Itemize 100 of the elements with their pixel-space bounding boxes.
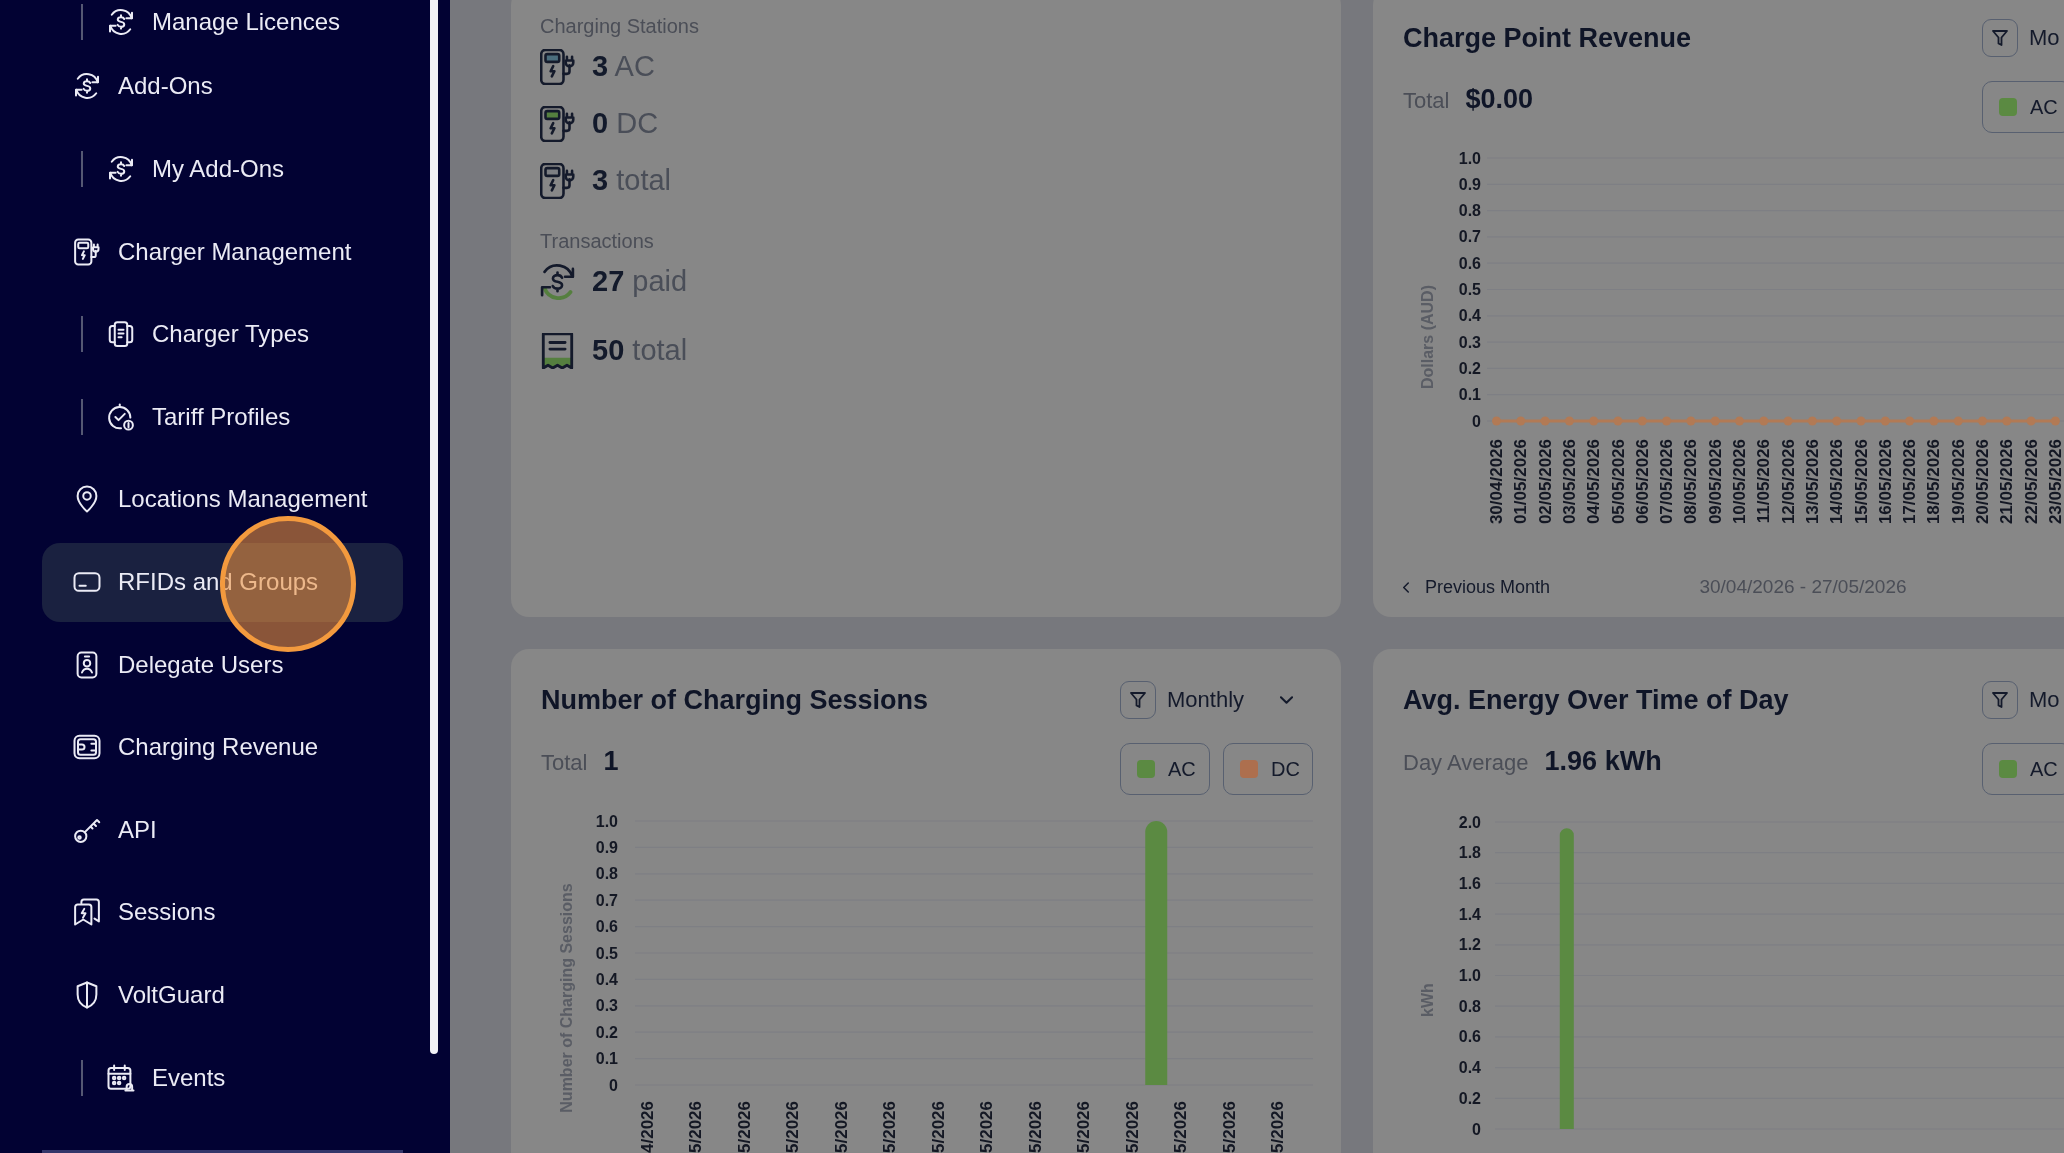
receipt-icon (540, 332, 575, 369)
sidebar-item[interactable]: Locations Management (42, 459, 403, 539)
date-range: 30/04/2026 - 27/05/2026 (1698, 576, 1907, 598)
bookmarks-bolt-icon (72, 897, 102, 928)
axis-tick-label: 0.2 (1458, 359, 1481, 377)
axis-tick-label: 06/05/2026 (1632, 439, 1652, 525)
axis-tick-label: 5/2026 (1219, 1101, 1239, 1153)
sidebar-item[interactable]: Manage Licences (96, 0, 403, 44)
axis-tick-label: 11/05/2026 (1754, 439, 1774, 524)
axis-tick-label: 4/2026 (637, 1101, 657, 1153)
axis-tick-label: 17/05/2026 (1900, 439, 1920, 525)
axis-tick-label: 0.9 (1458, 175, 1481, 193)
axis-tick-label: 1.0 (1458, 149, 1481, 167)
axis-tick-label: 23/05/2026 (2045, 439, 2064, 525)
axis-tick-label: 0.5 (595, 944, 618, 962)
filter-icon (1992, 30, 2008, 46)
axis-tick-label: 5/2026 (1268, 1101, 1287, 1153)
axis-tick-label: 12/05/2026 (1778, 439, 1798, 525)
axis-tick-label: 1.6 (1458, 874, 1481, 892)
chevron-left-icon (1403, 581, 1409, 593)
sidebar-item[interactable]: Charger Management (42, 212, 403, 292)
axis-tick-label: 10/05/2026 (1730, 439, 1749, 525)
filter-button[interactable] (1982, 681, 2018, 719)
axis-tick-label: 03/05/2026 (1559, 439, 1579, 525)
sidebar-item[interactable]: API (42, 790, 403, 870)
stat-value: 3 AC (592, 50, 655, 83)
summary-label: Day Average (1403, 749, 1529, 777)
summary-label: Total (1403, 87, 1450, 115)
axis-tick-label: 20/05/2026 (1973, 439, 1992, 525)
axis-tick-label: 0.8 (595, 865, 618, 883)
previous-month-button[interactable]: Previous Month (1403, 576, 1551, 598)
axis-tick-label: 0.4 (595, 970, 618, 988)
card-title: Avg. Energy Over Time of Day (1403, 684, 1789, 717)
axis-tick-label: 0.6 (595, 918, 618, 936)
period-dropdown[interactable]: Monthly (1167, 681, 1313, 719)
axis-tick-label: 5/2026 (1074, 1101, 1093, 1153)
axis-tick-label: 0.2 (595, 1023, 618, 1041)
filter-icon (1992, 692, 2008, 708)
axis-tick-label: 0.9 (595, 838, 618, 856)
legend-toggle[interactable]: AC (1982, 81, 2064, 133)
axis-tick-label: 0.4 (1458, 1059, 1481, 1077)
sidebar-item[interactable]: Charger Types (96, 294, 403, 374)
sidebar-item[interactable]: Sessions (42, 872, 403, 952)
stat-value: 27 paid (592, 265, 688, 298)
sidebar-item[interactable]: Add-Ons (42, 47, 403, 126)
charger-icon (72, 236, 102, 267)
card-title: Number of Charging Sessions (541, 684, 929, 717)
legend-toggle[interactable]: AC (1120, 743, 1210, 795)
stat-value: 3 total (592, 164, 671, 197)
axis-tick-label: 0 (609, 1076, 618, 1094)
legend-toggle[interactable]: DC (1223, 743, 1313, 795)
period-dropdown[interactable]: Mo (2029, 681, 2060, 719)
summary-value: $0.00 (1465, 84, 1534, 114)
axis-tick-label: 5/2026 (1025, 1101, 1045, 1153)
axis-tick-label: 02/05/2026 (1535, 439, 1555, 525)
axis-tick-label: 22/05/2026 (2021, 439, 2041, 525)
summary-value: 1.96 kWh (1544, 746, 1662, 776)
axis-tick-label: 19/05/2026 (1948, 439, 1968, 525)
charger-icon (540, 105, 575, 142)
dollar-cycle-icon (106, 154, 136, 185)
sidebar-item[interactable]: Events (96, 1038, 403, 1118)
scrollbar-thumb[interactable] (430, 0, 438, 1054)
axis-tick-label: 1.8 (1458, 844, 1481, 862)
filter-button[interactable] (1982, 19, 2018, 57)
dollar-cycle-icon (540, 263, 575, 300)
axis-tick-label: 0.5 (1458, 281, 1481, 298)
axis-tick-label: 13/05/2026 (1802, 439, 1822, 525)
sidebar-item[interactable]: Charging Revenue (42, 707, 403, 787)
axis-tick-label: 0.8 (1458, 997, 1481, 1015)
dollar-cycle-icon (106, 6, 136, 37)
sidebar-item[interactable]: VoltGuard (42, 955, 403, 1035)
axis-tick-label: 04/05/2026 (1584, 439, 1604, 525)
sidebar-item[interactable]: My Add-Ons (96, 129, 403, 209)
card-title: Charge Point Revenue (1403, 22, 1692, 55)
stacked-cards-icon (106, 319, 136, 350)
period-dropdown[interactable]: Mo (2029, 19, 2060, 57)
axis-tick-label: 18/05/2026 (1924, 439, 1944, 525)
axis-tick-label: 01/05/2026 (1511, 439, 1531, 525)
axis-tick-label: 5/2026 (977, 1101, 996, 1153)
sidebar-item[interactable]: Delegate Users (42, 625, 403, 705)
axis-tick-label: 08/05/2026 (1681, 439, 1701, 525)
axis-tick-label: 16/05/2026 (1875, 439, 1895, 525)
axis-tick-label: 0.7 (595, 891, 618, 909)
legend-toggle[interactable]: AC (1982, 743, 2064, 795)
filter-button[interactable] (1120, 681, 1156, 719)
summary-value: 1 (603, 746, 619, 776)
axis-tick-label: 5/2026 (831, 1101, 851, 1153)
axis-tick-label: 07/05/2026 (1657, 439, 1677, 525)
axis-tick-label: 0.6 (1458, 254, 1481, 272)
filter-icon (1130, 692, 1146, 708)
axis-tick-label: 1.0 (595, 812, 618, 830)
axis-tick-label: 0.4 (1458, 307, 1481, 325)
sidebar-item[interactable]: Tariff Profiles (96, 377, 403, 457)
axis-tick-label: 5/2026 (734, 1101, 754, 1153)
axis-tick-label: 5/2026 (1171, 1101, 1190, 1153)
axis-tick-label: 14/05/2026 (1827, 439, 1847, 525)
axis-tick-label: 5/2026 (928, 1101, 948, 1153)
axis-tick-label: 0.1 (1458, 386, 1481, 404)
axis-tick-label: 05/05/2026 (1608, 439, 1628, 525)
axis-tick-label: 0.8 (1458, 202, 1481, 220)
